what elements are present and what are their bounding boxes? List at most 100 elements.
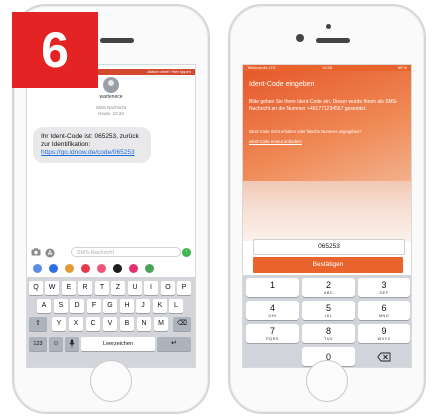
- numpad-key[interactable]: 8 TUV: [302, 324, 355, 343]
- numpad-key[interactable]: 5 JKL: [302, 301, 355, 320]
- digital-touch-icon[interactable]: [113, 264, 122, 273]
- key[interactable]: S: [54, 299, 68, 313]
- key[interactable]: Z: [111, 281, 125, 295]
- orange-header: Ident-Code eingeben Bitte geben Sie Ihre…: [243, 71, 411, 181]
- key[interactable]: D: [70, 299, 84, 313]
- letters: PQRS: [266, 337, 279, 341]
- key[interactable]: R: [78, 281, 92, 295]
- key[interactable]: N: [137, 317, 151, 331]
- letters: TUV: [323, 337, 334, 341]
- step-number-badge: 6: [12, 12, 98, 88]
- phone-right: Telekom.de LTE 10:35 69 % Ident-Code ein…: [228, 4, 426, 414]
- mic-icon[interactable]: [65, 337, 79, 351]
- digit: 3: [381, 280, 387, 290]
- key[interactable]: A: [37, 299, 51, 313]
- digit: 6: [381, 303, 387, 313]
- speaker-grille: [316, 38, 350, 43]
- keyboard-row-4: 123 ☺ Leerzeichen ↵: [27, 337, 195, 354]
- numpad-key[interactable]: 6 MNO: [358, 301, 410, 320]
- animoji-app-icon[interactable]: [65, 264, 74, 273]
- key[interactable]: U: [128, 281, 142, 295]
- search-app-icon[interactable]: [81, 264, 90, 273]
- key[interactable]: K: [153, 299, 167, 313]
- numpad-key[interactable]: 1: [246, 278, 299, 297]
- key[interactable]: V: [103, 317, 117, 331]
- emoji-icon[interactable]: ☺: [49, 337, 63, 351]
- proximity-sensor: [296, 34, 304, 42]
- help-text: Ident-Code nicht erhalten oder falsche N…: [249, 129, 362, 134]
- letters: JKL: [324, 314, 333, 318]
- key[interactable]: J: [136, 299, 150, 313]
- key[interactable]: I: [144, 281, 158, 295]
- numbers-key[interactable]: 123: [29, 337, 47, 351]
- letters: WXYZ: [377, 337, 391, 341]
- confirm-button[interactable]: Bestätigen: [253, 257, 403, 273]
- front-camera: [326, 24, 331, 29]
- numpad-key[interactable]: 2 ABC: [302, 278, 355, 297]
- backspace-icon[interactable]: [358, 347, 410, 366]
- numpad-key[interactable]: 7 PQRS: [246, 324, 299, 343]
- digit: 8: [325, 326, 331, 336]
- resend-code-link[interactable]: Ident-Code erneut anfordern: [249, 139, 302, 144]
- digit: 9: [381, 326, 387, 336]
- key[interactable]: X: [69, 317, 83, 331]
- sms-timestamp: Heute, 10:34: [98, 111, 124, 116]
- keyboard-row-1: Q W E R T Z U I O P: [27, 281, 195, 298]
- gradient-background: [243, 181, 411, 241]
- appstore-icon[interactable]: [45, 248, 55, 258]
- letters: ABC: [323, 291, 334, 295]
- numpad-key[interactable]: 9 WXYZ: [358, 324, 410, 343]
- contact-name: wartenece: [99, 94, 123, 100]
- shift-icon[interactable]: ⇧: [29, 317, 47, 331]
- photos-app-icon[interactable]: [33, 264, 42, 273]
- key[interactable]: P: [177, 281, 191, 295]
- delete-icon[interactable]: ⌫: [173, 317, 191, 331]
- digit: 2: [325, 280, 331, 290]
- numpad-key[interactable]: 3 DEF: [358, 278, 410, 297]
- page-title: Ident-Code eingeben: [249, 81, 315, 88]
- heart-app-icon[interactable]: [129, 264, 138, 273]
- speaker-grille: [100, 38, 134, 43]
- key[interactable]: E: [62, 281, 76, 295]
- key[interactable]: Y: [52, 317, 66, 331]
- appstore-app-icon[interactable]: [49, 264, 58, 273]
- key[interactable]: F: [87, 299, 101, 313]
- key[interactable]: C: [86, 317, 100, 331]
- digit: 5: [325, 303, 331, 313]
- keyboard-row-2: A S D F G H J K L: [27, 299, 195, 316]
- ident-link[interactable]: https://go.idnow.de/code/065253: [41, 149, 135, 156]
- message-input-row: SMS-Nachricht ↑: [27, 245, 195, 259]
- sms-input-field[interactable]: SMS-Nachricht: [71, 247, 181, 257]
- letters: DEF: [379, 291, 389, 295]
- sms-screen: Aktive Ident? Hier tippen wartenece SMS-…: [26, 64, 196, 368]
- key[interactable]: M: [154, 317, 168, 331]
- home-button[interactable]: [90, 360, 132, 402]
- letters: GHI: [268, 314, 277, 318]
- music-app-icon[interactable]: [97, 264, 106, 273]
- key[interactable]: T: [95, 281, 109, 295]
- message-text: Ihr Ident-Code ist: 065253, zurück zur I…: [41, 133, 139, 148]
- key[interactable]: H: [120, 299, 134, 313]
- space-key[interactable]: Leerzeichen: [81, 337, 155, 351]
- maps-app-icon[interactable]: [145, 264, 154, 273]
- send-icon[interactable]: ↑: [182, 248, 191, 257]
- keyboard-row-3: ⇧ Y X C V B N M ⌫: [27, 317, 195, 334]
- home-button[interactable]: [306, 360, 348, 402]
- imessage-app-bar: [27, 263, 195, 275]
- letters: MNO: [378, 314, 390, 318]
- sms-message-bubble[interactable]: Ihr Ident-Code ist: 065253, zurück zur I…: [33, 127, 151, 163]
- key[interactable]: W: [45, 281, 59, 295]
- numpad-key[interactable]: 4 GHI: [246, 301, 299, 320]
- key[interactable]: O: [161, 281, 175, 295]
- ident-code-input[interactable]: 065253: [253, 239, 405, 255]
- key[interactable]: Q: [29, 281, 43, 295]
- digit: 1: [269, 280, 275, 290]
- numeric-keypad: 1 2 ABC 3 DEF 4 GHI 5 JKL 6 MNO 7 PQRS 8 TUV: [243, 275, 411, 367]
- key[interactable]: B: [120, 317, 134, 331]
- key[interactable]: G: [103, 299, 117, 313]
- camera-icon[interactable]: [31, 248, 41, 257]
- avatar[interactable]: [103, 77, 119, 93]
- instruction-text: Bitte geben Sie Ihren Ident-Code ein. Di…: [249, 99, 398, 112]
- return-icon[interactable]: ↵: [157, 337, 191, 351]
- key[interactable]: L: [169, 299, 183, 313]
